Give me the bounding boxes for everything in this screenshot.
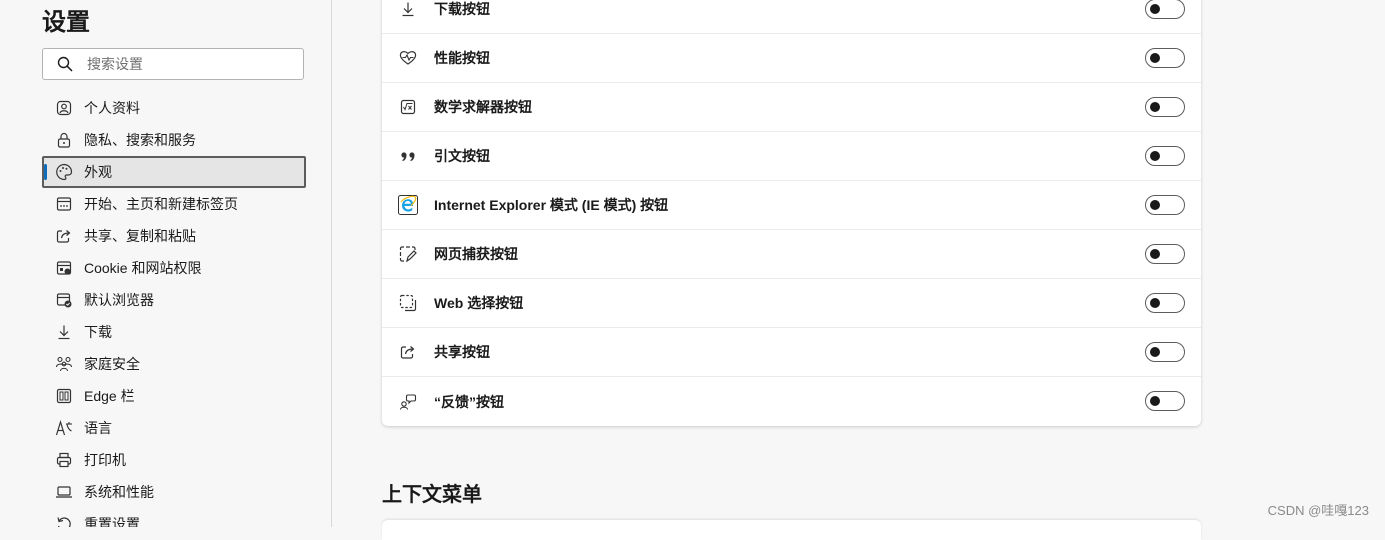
share-icon xyxy=(55,227,73,245)
sidebar-item-label: 隐私、搜索和服务 xyxy=(84,132,196,148)
sidebar-item-cookies[interactable]: Cookie 和网站权限 xyxy=(42,252,306,284)
sidebar-item-printers[interactable]: 打印机 xyxy=(42,444,306,476)
ie-mode-button-toggle[interactable] xyxy=(1145,195,1185,215)
feedback-button-toggle[interactable] xyxy=(1145,391,1185,411)
setting-row-ie-mode-button: Internet Explorer 模式 (IE 模式) 按钮 xyxy=(382,181,1201,230)
feedback-icon xyxy=(398,392,418,412)
profile-icon xyxy=(55,99,73,117)
lock-icon xyxy=(55,131,73,149)
toggle-knob xyxy=(1150,396,1160,406)
sidebar-item-label: 语言 xyxy=(84,420,112,436)
settings-main: 下载按钮 性能按钮 数学求解器按钮 引文按钮 Internet Explorer… xyxy=(332,0,1385,540)
download-icon xyxy=(398,0,418,19)
toggle-knob xyxy=(1150,102,1160,112)
reset-icon xyxy=(55,515,73,527)
settings-sidebar: 设置 个人资料 隐私、搜索和服务 外观 xyxy=(0,0,332,527)
setting-label: 共享按钮 xyxy=(434,344,490,360)
laptop-icon xyxy=(55,483,73,501)
sidebar-item-label: 个人资料 xyxy=(84,100,140,116)
sidebar-item-label: 开始、主页和新建标签页 xyxy=(84,196,238,212)
setting-label: 引文按钮 xyxy=(434,148,490,164)
sidebar-item-share-copy-paste[interactable]: 共享、复制和粘贴 xyxy=(42,220,306,252)
palette-icon xyxy=(55,163,73,181)
sidebar-item-privacy[interactable]: 隐私、搜索和服务 xyxy=(42,124,306,156)
context-menu-card xyxy=(382,520,1201,540)
quote-icon xyxy=(398,146,418,166)
math-solver-button-toggle[interactable] xyxy=(1145,97,1185,117)
web-select-icon xyxy=(398,293,418,313)
toggle-knob xyxy=(1150,151,1160,161)
setting-label: 性能按钮 xyxy=(434,50,490,66)
search-icon xyxy=(57,55,75,73)
setting-label: 下载按钮 xyxy=(434,1,490,17)
share-icon xyxy=(398,342,418,362)
default-browser-icon xyxy=(55,291,73,309)
heartbeat-icon xyxy=(398,48,418,68)
watermark: CSDN @哇嘎123 xyxy=(1267,503,1369,518)
family-icon xyxy=(55,355,73,373)
sidebar-item-label: 下载 xyxy=(84,324,112,340)
sidebar-item-downloads[interactable]: 下载 xyxy=(42,316,306,348)
setting-label: “反馈”按钮 xyxy=(434,393,504,410)
language-icon xyxy=(55,419,73,437)
web-capture-icon xyxy=(398,244,418,264)
sidebar-item-label: 打印机 xyxy=(84,452,126,468)
toggle-knob xyxy=(1150,53,1160,63)
setting-row-share-button: 共享按钮 xyxy=(382,328,1201,377)
setting-row-math-solver-button: 数学求解器按钮 xyxy=(382,83,1201,132)
sidebar-item-label: 外观 xyxy=(84,164,112,180)
site-permissions-icon xyxy=(55,259,73,277)
toggle-knob xyxy=(1150,249,1160,259)
sidebar-item-profile[interactable]: 个人资料 xyxy=(42,92,306,124)
active-indicator xyxy=(44,164,47,180)
setting-label: 网页捕获按钮 xyxy=(434,246,518,262)
sidebar-item-reset-settings[interactable]: 重置设置 xyxy=(42,508,306,527)
sidebar-item-appearance[interactable]: 外观 xyxy=(42,156,306,188)
edge-bar-icon xyxy=(55,387,73,405)
sidebar-item-system-performance[interactable]: 系统和性能 xyxy=(42,476,306,508)
share-button-toggle[interactable] xyxy=(1145,342,1185,362)
sidebar-item-default-browser[interactable]: 默认浏览器 xyxy=(42,284,306,316)
context-menu-section-title: 上下文菜单 xyxy=(382,484,482,506)
sidebar-item-label: 重置设置 xyxy=(84,516,140,527)
sidebar-item-label: Cookie 和网站权限 xyxy=(84,260,202,276)
search-settings-input[interactable] xyxy=(85,55,289,73)
setting-label: 数学求解器按钮 xyxy=(434,99,532,115)
web-capture-button-toggle[interactable] xyxy=(1145,244,1185,264)
setting-row-download-button: 下载按钮 xyxy=(382,0,1201,34)
sidebar-item-languages[interactable]: 语言 xyxy=(42,412,306,444)
setting-row-web-select-button: Web 选择按钮 xyxy=(382,279,1201,328)
web-select-button-toggle[interactable] xyxy=(1145,293,1185,313)
sidebar-nav: 个人资料 隐私、搜索和服务 外观 开始、主页和新建标签页 共享、复制和粘贴 Co… xyxy=(42,92,306,527)
toolbar-buttons-card: 下载按钮 性能按钮 数学求解器按钮 引文按钮 Internet Explorer… xyxy=(382,0,1201,426)
setting-label: Internet Explorer 模式 (IE 模式) 按钮 xyxy=(434,197,669,213)
performance-button-toggle[interactable] xyxy=(1145,48,1185,68)
sidebar-item-label: 默认浏览器 xyxy=(84,292,154,308)
sidebar-item-start-home[interactable]: 开始、主页和新建标签页 xyxy=(42,188,306,220)
setting-row-performance-button: 性能按钮 xyxy=(382,34,1201,83)
home-page-icon xyxy=(55,195,73,213)
toggle-knob xyxy=(1150,200,1160,210)
sidebar-title: 设置 xyxy=(42,9,90,36)
download-button-toggle[interactable] xyxy=(1145,0,1185,19)
search-settings-box[interactable] xyxy=(42,48,304,80)
setting-row-feedback-button: “反馈”按钮 xyxy=(382,377,1201,426)
setting-row-web-capture-button: 网页捕获按钮 xyxy=(382,230,1201,279)
setting-label: Web 选择按钮 xyxy=(434,295,524,311)
internet-explorer-icon xyxy=(398,195,418,215)
sidebar-item-label: 系统和性能 xyxy=(84,484,154,500)
toggle-knob xyxy=(1150,298,1160,308)
sidebar-item-label: 共享、复制和粘贴 xyxy=(84,228,196,244)
citation-button-toggle[interactable] xyxy=(1145,146,1185,166)
setting-row-citation-button: 引文按钮 xyxy=(382,132,1201,181)
download-icon xyxy=(55,323,73,341)
printer-icon xyxy=(55,451,73,469)
toggle-knob xyxy=(1150,347,1160,357)
sidebar-item-label: 家庭安全 xyxy=(84,356,140,372)
math-solver-icon xyxy=(398,97,418,117)
sidebar-item-label: Edge 栏 xyxy=(84,388,135,404)
toggle-knob xyxy=(1150,4,1160,14)
sidebar-item-edge-bar[interactable]: Edge 栏 xyxy=(42,380,306,412)
sidebar-item-family-safety[interactable]: 家庭安全 xyxy=(42,348,306,380)
